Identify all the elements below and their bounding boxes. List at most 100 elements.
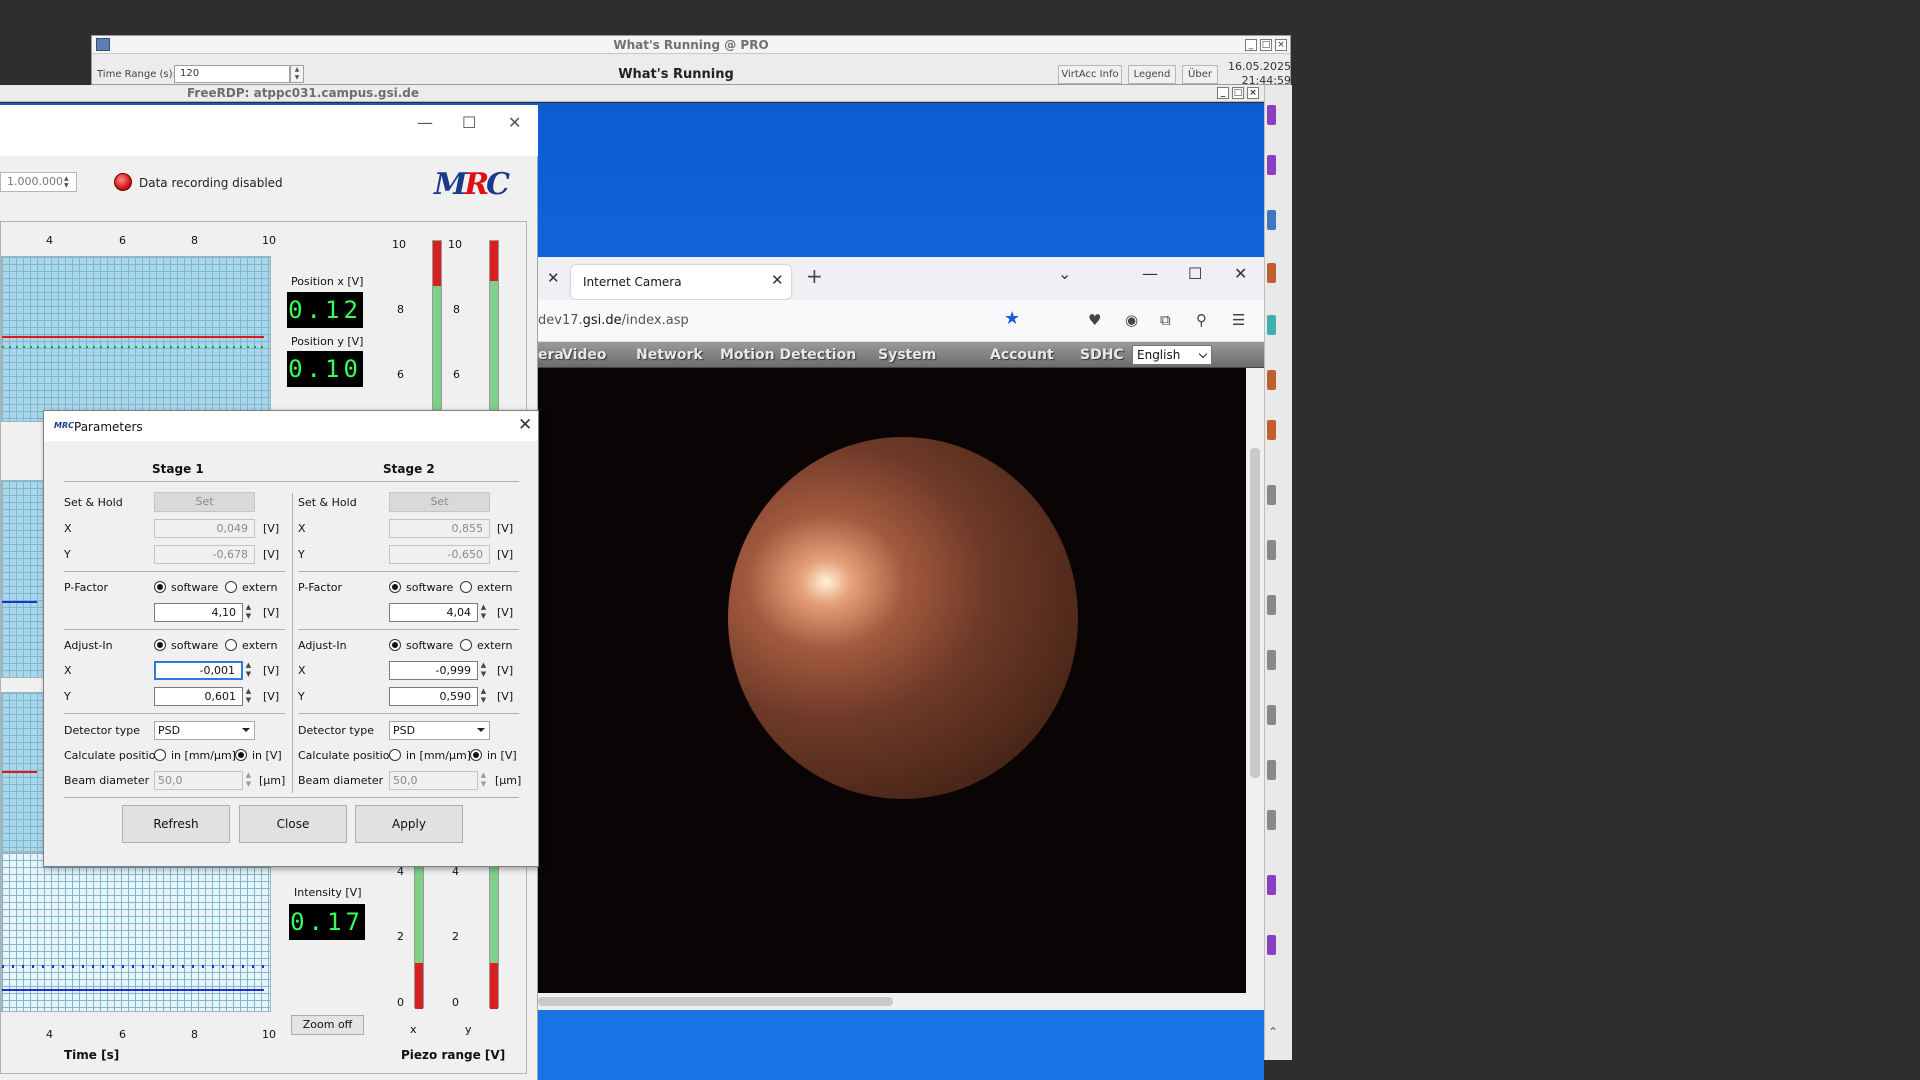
strip-marker[interactable] <box>1267 105 1276 125</box>
adjust-x-input[interactable]: -0,001 <box>154 661 243 680</box>
set-button[interactable]: Set <box>154 492 255 512</box>
pfactor-software-radio[interactable] <box>389 581 401 593</box>
adjust-x-spinner[interactable]: ▲ ▼ <box>477 661 490 680</box>
strip-marker[interactable] <box>1267 705 1276 725</box>
menu-video[interactable]: Video <box>562 347 607 363</box>
strip-marker[interactable] <box>1267 935 1276 955</box>
bookmark-star-icon[interactable]: ★ <box>1004 308 1020 329</box>
strip-marker[interactable] <box>1267 420 1276 440</box>
mrc-minimize-icon[interactable]: — <box>417 113 433 132</box>
mrc-maximize-icon[interactable]: ☐ <box>462 113 476 132</box>
strip-marker[interactable] <box>1267 315 1276 335</box>
uber-button[interactable]: Über <box>1182 65 1218 84</box>
pfactor-input[interactable]: 4,04 <box>389 603 478 622</box>
strip-marker[interactable] <box>1267 485 1276 505</box>
pocket-icon[interactable]: ♥ <box>1088 311 1101 329</box>
language-select[interactable]: English <box>1132 345 1212 365</box>
vertical-scroll-thumb[interactable] <box>1250 448 1260 778</box>
strip-marker[interactable] <box>1267 595 1276 615</box>
calc-v-radio[interactable] <box>235 749 247 761</box>
rdp-close-icon[interactable]: × <box>1247 87 1259 99</box>
pfactor-extern-radio[interactable] <box>225 581 237 593</box>
set-y-field[interactable]: -0,650 <box>389 545 490 564</box>
adjust-y-spinner[interactable]: ▲ ▼ <box>242 687 255 706</box>
rdp-minimize-icon[interactable]: _ <box>1217 87 1229 99</box>
chevron-up-icon[interactable]: ⌃ <box>1268 1025 1278 1039</box>
menu-system[interactable]: System <box>878 347 936 363</box>
adjust-software-radio[interactable] <box>154 639 166 651</box>
adjust-x-input[interactable]: -0,999 <box>389 661 478 680</box>
strip-marker[interactable] <box>1267 263 1276 283</box>
detector-type-select[interactable]: PSD <box>389 721 490 740</box>
legend-button[interactable]: Legend <box>1128 65 1176 84</box>
calc-mm-radio[interactable] <box>389 749 401 761</box>
maximize-icon[interactable]: □ <box>1260 39 1272 51</box>
adjust-software-radio[interactable] <box>389 639 401 651</box>
adjust-extern-radio[interactable] <box>225 639 237 651</box>
horizontal-scroll-thumb[interactable] <box>538 997 893 1006</box>
tab-internet-camera[interactable]: Internet Camera ✕ <box>571 265 791 299</box>
adjust-y-spinner[interactable]: ▲ ▼ <box>477 687 490 706</box>
set-x-field[interactable]: 0,049 <box>154 519 255 538</box>
strip-marker[interactable] <box>1267 370 1276 390</box>
search-icon[interactable]: ⚲ <box>1196 311 1207 329</box>
new-tab-icon[interactable]: + <box>806 264 823 288</box>
tab-close-icon[interactable]: ✕ <box>771 271 784 289</box>
set-x-field[interactable]: 0,855 <box>389 519 490 538</box>
beam-diameter-spinner[interactable]: ▲ ▼ <box>242 771 255 790</box>
virtacc-info-button[interactable]: VirtAcc Info <box>1058 65 1122 84</box>
menu-motion-detection[interactable]: Motion Detection <box>720 347 856 363</box>
strip-marker[interactable] <box>1267 540 1276 560</box>
pfactor-software-radio[interactable] <box>154 581 166 593</box>
browser-close-icon[interactable]: ✕ <box>1234 264 1247 283</box>
beam-diameter-field[interactable]: 50,0 <box>389 771 478 790</box>
apply-button[interactable]: Apply <box>355 805 463 843</box>
account-icon[interactable]: ◉ <box>1125 311 1138 329</box>
zoom-off-button[interactable]: Zoom off <box>291 1015 364 1035</box>
rdp-maximize-icon[interactable]: □ <box>1232 87 1244 99</box>
beam-diameter-spinner[interactable]: ▲ ▼ <box>477 771 490 790</box>
strip-marker[interactable] <box>1267 875 1276 895</box>
calc-v-radio[interactable] <box>470 749 482 761</box>
mrc-close-icon[interactable]: ✕ <box>508 113 521 132</box>
extensions-icon[interactable]: ⧉ <box>1160 311 1171 329</box>
browser-minimize-icon[interactable]: — <box>1142 264 1158 283</box>
url-bar[interactable]: dev17.gsi.de/index.asp <box>538 313 689 328</box>
previous-tab-close-icon[interactable]: ✕ <box>547 269 560 287</box>
minimize-icon[interactable]: _ <box>1245 39 1257 51</box>
close-icon[interactable]: × <box>1275 39 1287 51</box>
refresh-button[interactable]: Refresh <box>122 805 230 843</box>
menu-sdhc[interactable]: SDHC <box>1080 347 1124 363</box>
browser-maximize-icon[interactable]: ☐ <box>1188 264 1202 283</box>
pfactor-spinner[interactable]: ▲ ▼ <box>242 603 255 622</box>
menu-account[interactable]: Account <box>990 347 1054 363</box>
set-y-field[interactable]: -0,678 <box>154 545 255 564</box>
position-x-plot[interactable] <box>1 256 271 422</box>
menu-network[interactable]: Network <box>636 347 703 363</box>
adjust-y-input[interactable]: 0,601 <box>154 687 243 706</box>
calc-mm-radio[interactable] <box>154 749 166 761</box>
beam-diameter-field[interactable]: 50,0 <box>154 771 243 790</box>
strip-marker[interactable] <box>1267 810 1276 830</box>
list-tabs-icon[interactable]: ⌄ <box>1058 264 1071 283</box>
vertical-scrollbar[interactable] <box>1246 368 1264 993</box>
adjust-extern-radio[interactable] <box>460 639 472 651</box>
menu-camera[interactable]: era <box>538 347 564 363</box>
close-button[interactable]: Close <box>239 805 347 843</box>
strip-marker[interactable] <box>1267 650 1276 670</box>
strip-marker[interactable] <box>1267 210 1276 230</box>
pfactor-spinner[interactable]: ▲ ▼ <box>477 603 490 622</box>
pfactor-extern-radio[interactable] <box>460 581 472 593</box>
hamburger-menu-icon[interactable]: ☰ <box>1232 311 1245 329</box>
strip-marker[interactable] <box>1267 155 1276 175</box>
detector-type-select[interactable]: PSD <box>154 721 255 740</box>
intensity-plot[interactable] <box>1 852 271 1012</box>
pfactor-input[interactable]: 4,10 <box>154 603 243 622</box>
adjust-y-input[interactable]: 0,590 <box>389 687 478 706</box>
rate-spinner-arrows[interactable]: ▲ ▼ <box>64 175 69 189</box>
strip-marker[interactable] <box>1267 760 1276 780</box>
set-button[interactable]: Set <box>389 492 490 512</box>
adjust-x-spinner[interactable]: ▲ ▼ <box>242 661 255 680</box>
horizontal-scrollbar[interactable] <box>538 993 1264 1010</box>
dialog-close-icon[interactable]: ✕ <box>518 415 532 435</box>
